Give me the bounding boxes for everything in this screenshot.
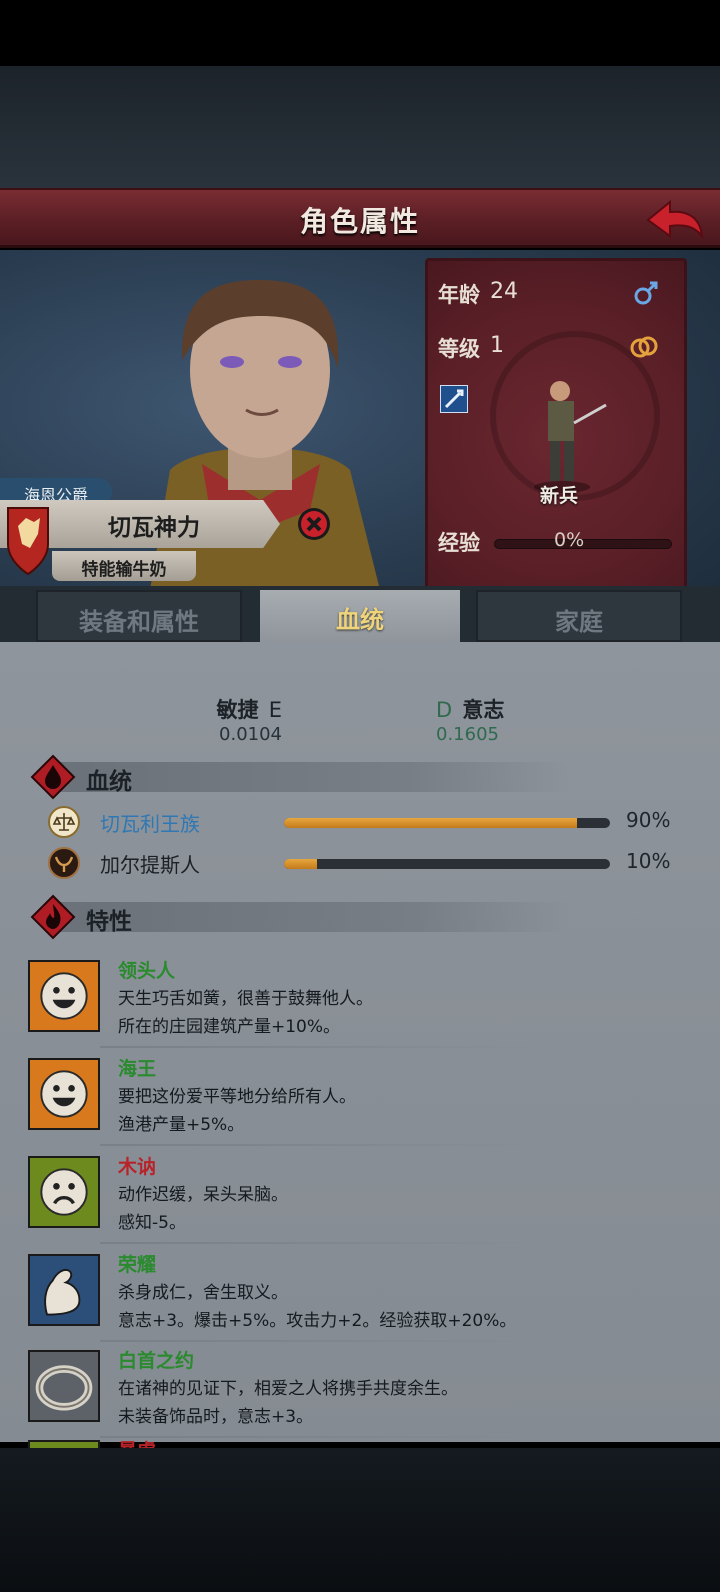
attribute-left-value: 0.0104 bbox=[219, 724, 282, 745]
divider bbox=[100, 1340, 540, 1342]
sad-face-icon bbox=[28, 1156, 100, 1228]
unit-class-name: 新兵 bbox=[539, 485, 578, 507]
attribute-right-value: 0.1605 bbox=[436, 724, 499, 745]
attribute-left-grade: E bbox=[268, 698, 282, 722]
trait-name: 领头人 bbox=[118, 960, 176, 982]
dismiss-icon[interactable] bbox=[296, 506, 332, 542]
bottom-area bbox=[0, 1448, 720, 1592]
trait-name: 海王 bbox=[118, 1058, 157, 1080]
bull-crest-icon bbox=[48, 847, 80, 879]
trait-item[interactable]: 荣耀 杀身成仁，舍生取义。 意志+3。爆击+5%。攻击力+2。经验获取+20%。 bbox=[28, 1250, 692, 1346]
flame-icon bbox=[30, 894, 76, 940]
trait-description: 要把这份爱平等地分给所有人。 bbox=[118, 1087, 356, 1107]
character-nickname: 特能输牛奶 bbox=[81, 560, 167, 580]
trait-item[interactable]: 暴虐 bbox=[28, 1436, 692, 1448]
traits-section-header: 特性 bbox=[30, 894, 590, 940]
stat-panel: 年龄 24 等级 1 新兵 经验 0% bbox=[425, 258, 687, 590]
level-value: 1 bbox=[490, 333, 504, 358]
divider bbox=[100, 1242, 540, 1244]
bloodline-bar bbox=[284, 859, 610, 869]
trait-name: 荣耀 bbox=[118, 1254, 157, 1276]
bloodline-name: 切瓦利王族 bbox=[100, 812, 200, 836]
trait-name: 暴虐 bbox=[118, 1436, 156, 1448]
trait-name: 白首之约 bbox=[118, 1350, 195, 1372]
trait-description: 天生巧舌如簧，很善于鼓舞他人。 bbox=[118, 989, 373, 1009]
partial-icon bbox=[28, 1440, 100, 1448]
trait-description: 杀身成仁，舍生取义。 bbox=[118, 1283, 288, 1303]
bloodline-section-header: 血统 bbox=[30, 754, 590, 800]
happy-face-icon bbox=[28, 960, 100, 1032]
blood-drop-icon bbox=[30, 754, 76, 800]
age-label: 年龄 bbox=[438, 283, 480, 307]
trait-name: 木讷 bbox=[118, 1156, 157, 1178]
trait-item[interactable]: 白首之约 在诸神的见证下，相爱之人将携手共度余生。 未装备饰品时，意志+3。 bbox=[28, 1346, 692, 1442]
scales-icon bbox=[48, 806, 80, 838]
tab-family[interactable]: 家庭 bbox=[476, 590, 682, 642]
divider bbox=[100, 1046, 540, 1048]
tab-bloodline[interactable]: 血统 bbox=[260, 590, 460, 642]
level-label: 等级 bbox=[438, 337, 480, 361]
bloodline-percent: 90% bbox=[626, 808, 671, 832]
bloodline-percent: 10% bbox=[626, 849, 671, 873]
trait-effect: 所在的庄园建筑产量+10%。 bbox=[118, 1017, 341, 1037]
bloodline-row: 加尔提斯人 10% bbox=[48, 847, 688, 881]
bloodline-name: 加尔提斯人 bbox=[100, 853, 200, 877]
attribute-left-name: 敏捷 bbox=[216, 698, 259, 722]
attribute-right-grade: D bbox=[436, 698, 453, 722]
bloodline-bar-fill bbox=[284, 859, 317, 869]
trait-effect: 未装备饰品时，意志+3。 bbox=[118, 1407, 314, 1427]
header-banner: 角色属性 bbox=[0, 188, 720, 248]
wolf-crest-icon bbox=[7, 507, 49, 576]
rings-icon[interactable] bbox=[628, 333, 660, 361]
trait-effect: 渔港产量+5%。 bbox=[118, 1115, 245, 1135]
ring-icon bbox=[28, 1350, 100, 1422]
happy-face-icon bbox=[28, 1058, 100, 1130]
trait-item[interactable]: 海王 要把这份爱平等地分给所有人。 渔港产量+5%。 bbox=[28, 1054, 692, 1150]
exp-percent: 0% bbox=[554, 529, 585, 551]
divider bbox=[100, 1144, 540, 1146]
traits-title: 特性 bbox=[86, 909, 132, 935]
exp-label: 经验 bbox=[438, 531, 480, 555]
bloodline-title: 血统 bbox=[86, 769, 132, 795]
trait-item[interactable]: 领头人 天生巧舌如簧，很善于鼓舞他人。 所在的庄园建筑产量+10%。 bbox=[28, 956, 692, 1052]
sword-skill-icon[interactable] bbox=[440, 385, 468, 413]
trait-item[interactable]: 木讷 动作迟缓，呆头呆脑。 感知-5。 bbox=[28, 1152, 692, 1248]
status-bar-area bbox=[0, 0, 720, 66]
upper-background bbox=[0, 66, 720, 190]
age-value: 24 bbox=[490, 279, 518, 304]
page-title: 角色属性 bbox=[299, 205, 420, 238]
attribute-right: D 意志 0.1605 bbox=[436, 694, 526, 745]
male-icon bbox=[634, 281, 658, 305]
back-arrow-icon[interactable] bbox=[644, 196, 706, 244]
attribute-right-name: 意志 bbox=[462, 698, 505, 722]
bloodline-bar bbox=[284, 818, 610, 828]
trait-description: 动作迟缓，呆头呆脑。 bbox=[118, 1185, 288, 1205]
character-name: 切瓦神力 bbox=[108, 515, 200, 541]
attribute-left: 敏捷 E 0.0104 bbox=[200, 694, 282, 745]
bloodline-row: 切瓦利王族 90% bbox=[48, 806, 688, 840]
tab-equipment-attributes[interactable]: 装备和属性 bbox=[36, 590, 242, 642]
bloodline-bar-fill bbox=[284, 818, 578, 828]
trait-effect: 感知-5。 bbox=[118, 1213, 186, 1233]
trait-description: 在诸神的见证下，相爱之人将携手共度余生。 bbox=[118, 1379, 458, 1399]
flexed-arm-icon bbox=[28, 1254, 100, 1326]
trait-effect: 意志+3。爆击+5%。攻击力+2。经验获取+20%。 bbox=[118, 1311, 517, 1331]
